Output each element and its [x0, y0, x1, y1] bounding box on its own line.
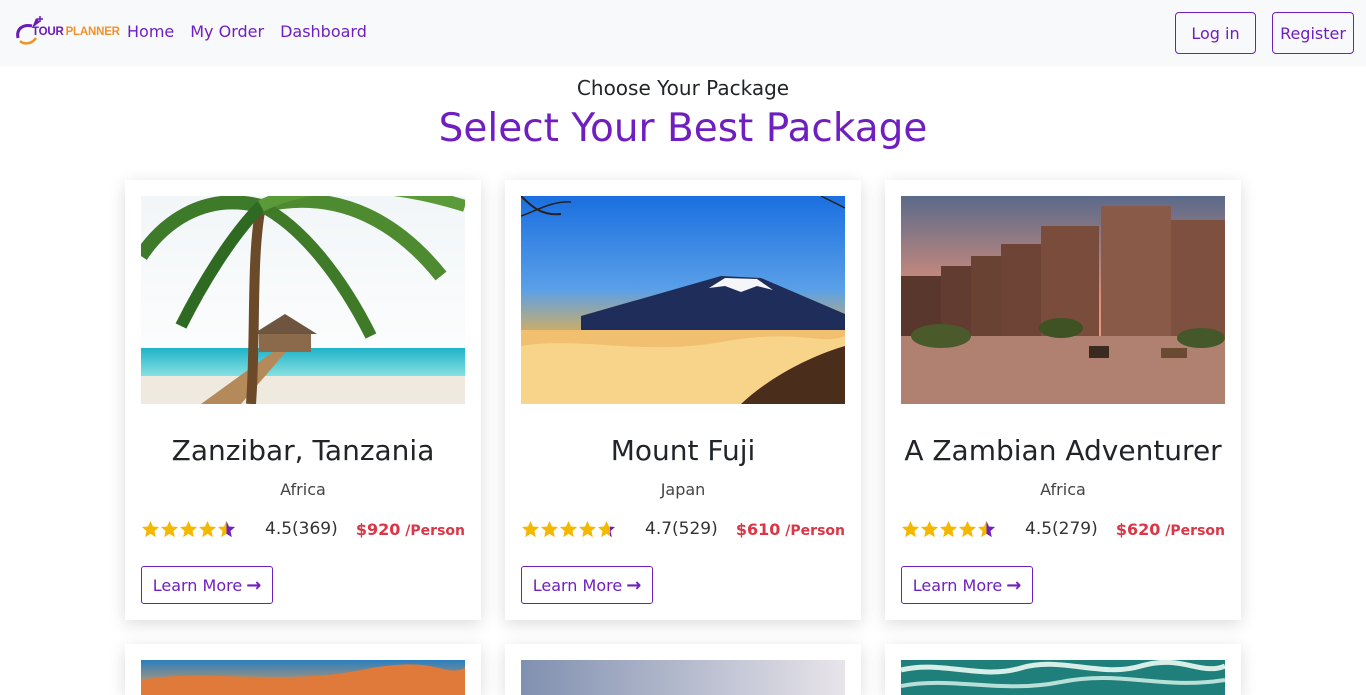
star-icon — [939, 520, 958, 538]
package-image-fort[interactable] — [901, 196, 1225, 404]
rating-row: 4.5(279) $620 /Person — [901, 518, 1225, 542]
star-icon — [217, 520, 236, 538]
brand-word-tour: TOUR — [32, 26, 64, 38]
nav-dashboard[interactable]: Dashboard — [280, 22, 367, 41]
arrow-right-icon: → — [1006, 574, 1022, 596]
star-icon — [920, 520, 939, 538]
rating-count: 4.5(369) — [265, 519, 338, 539]
nav-my-order[interactable]: My Order — [190, 22, 264, 41]
star-icon — [540, 520, 559, 538]
price-unit: /Person — [1160, 523, 1225, 539]
package-region: Africa — [1040, 480, 1086, 499]
section-subtitle: Choose Your Package — [576, 76, 790, 100]
star-icon — [977, 520, 996, 538]
star-icon — [160, 520, 179, 538]
brand-wordmark: TOUR PLANNER — [32, 26, 120, 38]
rating-row: 4.5(369) $920 /Person — [141, 518, 465, 542]
package-card: A Zambian Adventurer Africa 4.5(279) $62… — [885, 180, 1241, 620]
star-icon — [958, 520, 977, 538]
brand-logo[interactable]: TOUR PLANNER — [14, 14, 120, 50]
rating-row: 4.7(529) $610 /Person — [521, 518, 845, 542]
package-card — [125, 644, 481, 695]
learn-more-button[interactable]: Learn More → — [901, 566, 1033, 604]
rating-count: 4.7(529) — [645, 519, 718, 539]
star-icon — [521, 520, 540, 538]
nav-home[interactable]: Home — [127, 22, 174, 41]
price-unit: /Person — [780, 523, 845, 539]
package-image-beach[interactable] — [141, 196, 465, 404]
star-icon — [198, 520, 217, 538]
brand-word-planner: PLANNER — [65, 26, 120, 38]
arrow-right-icon: → — [626, 574, 642, 596]
learn-more-button[interactable]: Learn More → — [141, 566, 273, 604]
star-rating — [521, 520, 616, 540]
package-card — [505, 644, 861, 695]
package-image-grey[interactable] — [521, 660, 845, 695]
arrow-right-icon: → — [246, 574, 262, 596]
price: $620 /Person — [1116, 520, 1225, 539]
learn-more-label: Learn More — [912, 575, 1003, 595]
package-image-ocean[interactable] — [901, 660, 1225, 695]
price-amount: $920 — [355, 520, 401, 539]
register-button[interactable]: Register — [1272, 12, 1354, 54]
star-icon — [597, 520, 616, 538]
learn-more-label: Learn More — [532, 575, 623, 595]
price: $920 /Person — [356, 520, 465, 539]
learn-more-label: Learn More — [152, 575, 243, 595]
star-icon — [578, 520, 597, 538]
star-icon — [559, 520, 578, 538]
nav-links: Home My Order Dashboard — [127, 22, 367, 41]
package-image-sunset[interactable] — [141, 660, 465, 695]
price-amount: $620 — [1115, 520, 1161, 539]
package-card: Zanzibar, Tanzania Africa 4.5(369) $920 … — [125, 180, 481, 620]
star-rating — [141, 520, 236, 540]
package-title: Mount Fuji — [610, 434, 756, 467]
package-region: Africa — [280, 480, 326, 499]
package-card: Mount Fuji Japan 4.7(529) $610 /Person L… — [505, 180, 861, 620]
star-icon — [179, 520, 198, 538]
package-card — [885, 644, 1241, 695]
package-image-fuji[interactable] — [521, 196, 845, 404]
login-button[interactable]: Log in — [1175, 12, 1256, 54]
learn-more-button[interactable]: Learn More → — [521, 566, 653, 604]
price-unit: /Person — [400, 523, 465, 539]
package-title: Zanzibar, Tanzania — [171, 434, 435, 467]
navbar: TOUR PLANNER Home My Order Dashboard Log … — [0, 0, 1366, 66]
star-icon — [141, 520, 160, 538]
package-title: A Zambian Adventurer — [904, 434, 1222, 467]
star-rating — [901, 520, 996, 540]
price-amount: $610 — [735, 520, 781, 539]
section-title: Select Your Best Package — [438, 106, 928, 151]
price: $610 /Person — [736, 520, 845, 539]
rating-count: 4.5(279) — [1025, 519, 1098, 539]
star-icon — [901, 520, 920, 538]
package-region: Japan — [660, 480, 706, 499]
